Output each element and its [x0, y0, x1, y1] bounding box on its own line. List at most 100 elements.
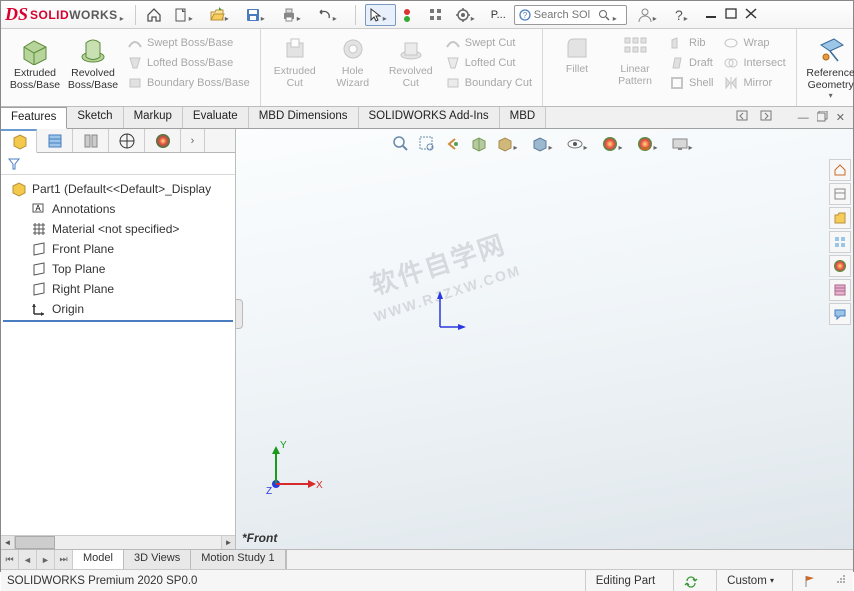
quick-access-toolbar: P...: [142, 4, 510, 26]
mirror-button: Mirror: [719, 73, 789, 93]
tree-material[interactable]: Material <not specified>: [3, 219, 233, 239]
view-triad: Y X Z: [266, 438, 326, 501]
new-button[interactable]: [169, 4, 202, 26]
user-button[interactable]: [633, 4, 666, 26]
view-settings-button[interactable]: [669, 134, 700, 154]
swept-boss-button: Swept Boss/Base: [123, 33, 254, 53]
origin-icon: [31, 301, 47, 317]
settings-button[interactable]: [451, 4, 484, 26]
bt-nav-prev[interactable]: ◄: [19, 550, 37, 569]
hide-show-button[interactable]: [564, 134, 595, 154]
tree-front-plane[interactable]: Front Plane: [3, 239, 233, 259]
close-button[interactable]: [745, 7, 757, 22]
tree-annotations[interactable]: A Annotations: [3, 199, 233, 219]
tp-forum-icon[interactable]: [829, 303, 851, 325]
tab-evaluate[interactable]: Evaluate: [183, 107, 249, 128]
scene-button[interactable]: [634, 133, 665, 155]
maximize-button[interactable]: [725, 7, 737, 22]
select-tool-button[interactable]: [365, 4, 396, 26]
undo-button[interactable]: [313, 5, 346, 25]
tab-mbd[interactable]: MBD: [500, 107, 547, 128]
tp-view-palette-icon[interactable]: [829, 231, 851, 253]
next-doc-icon[interactable]: [758, 110, 772, 125]
extruded-boss-label: Extruded Boss/Base: [9, 67, 61, 91]
open-button[interactable]: [205, 4, 238, 26]
intersect-button: Intersect: [719, 53, 789, 73]
annotations-icon: A: [31, 201, 47, 217]
fm-filter-bar[interactable]: [1, 153, 235, 175]
view-orient-button[interactable]: [494, 133, 525, 155]
extruded-boss-button[interactable]: Extruded Boss/Base: [7, 33, 63, 93]
search-icon[interactable]: [598, 9, 610, 21]
fm-tab-property[interactable]: [37, 129, 73, 152]
tab-markup[interactable]: Markup: [124, 107, 183, 128]
p-button[interactable]: P...: [487, 6, 510, 24]
prev-doc-icon[interactable]: [736, 110, 750, 125]
tp-custom-props-icon[interactable]: [829, 279, 851, 301]
home-button[interactable]: [142, 4, 166, 26]
ref-geom-label: Reference Geometry: [805, 67, 854, 91]
svg-text:?: ?: [523, 11, 528, 20]
status-bar: SOLIDWORKS Premium 2020 SP0.0 Editing Pa…: [1, 569, 853, 591]
fm-tab-display[interactable]: [145, 129, 181, 152]
shell-button: Shell: [665, 73, 717, 93]
tree-right-plane[interactable]: Right Plane: [3, 279, 233, 299]
tab-addins[interactable]: SOLIDWORKS Add-Ins: [359, 107, 500, 128]
appearance-button[interactable]: [599, 133, 630, 155]
status-flag-icon[interactable]: [792, 570, 827, 591]
doc-close-icon[interactable]: ✕: [836, 111, 845, 124]
app-menu-dropdown-icon[interactable]: [120, 12, 129, 18]
fm-tab-tree[interactable]: [1, 129, 37, 153]
reference-geometry-button[interactable]: Reference Geometry ▾: [803, 33, 854, 102]
print-button[interactable]: [277, 4, 310, 26]
tp-file-explorer-icon[interactable]: [829, 207, 851, 229]
search-input[interactable]: [534, 9, 598, 21]
display-style-button[interactable]: [529, 133, 560, 155]
options-grid-button[interactable]: [424, 4, 448, 26]
tree-origin[interactable]: Origin: [3, 299, 233, 319]
plane-icon: [31, 241, 47, 257]
bt-nav-first[interactable]: ⏮: [1, 550, 19, 569]
fm-tab-dim[interactable]: [109, 129, 145, 152]
graphics-area[interactable]: 软件自学网 WWW.RJZXW.COM Y X Z *Fr: [236, 129, 853, 549]
status-grip-icon[interactable]: [835, 573, 847, 588]
rollback-bar[interactable]: [3, 320, 233, 322]
panel-split-handle[interactable]: [235, 299, 243, 329]
fm-tab-more[interactable]: ›: [181, 129, 205, 152]
save-button[interactable]: [241, 4, 274, 26]
swept-cut-button: Swept Cut: [441, 33, 536, 53]
status-custom[interactable]: Custom ▾: [716, 570, 784, 591]
tree-top-plane[interactable]: Top Plane: [3, 259, 233, 279]
doc-minimize-icon[interactable]: —: [798, 112, 809, 124]
minimize-button[interactable]: [705, 7, 717, 22]
fillet-button: Fillet: [549, 33, 605, 77]
status-mode: Editing Part: [585, 570, 665, 591]
zoom-area-button[interactable]: [416, 133, 438, 155]
bt-model[interactable]: Model: [73, 550, 124, 569]
tp-design-lib-icon[interactable]: [829, 183, 851, 205]
doc-restore-icon[interactable]: [817, 111, 828, 125]
revolved-boss-button[interactable]: Revolved Boss/Base: [65, 33, 121, 93]
tab-sketch[interactable]: Sketch: [67, 107, 123, 128]
zoom-fit-button[interactable]: [390, 133, 412, 155]
tp-home-icon[interactable]: [829, 159, 851, 181]
tp-appearance-icon[interactable]: [829, 255, 851, 277]
rebuild-button[interactable]: [399, 4, 421, 26]
help-button[interactable]: ?: [666, 4, 697, 26]
tab-features[interactable]: Features: [1, 107, 67, 129]
hole-wizard-button: Hole Wizard: [325, 33, 381, 91]
wrap-button: Wrap: [719, 33, 789, 53]
bt-nav-next[interactable]: ►: [37, 550, 55, 569]
fm-tab-config[interactable]: [73, 129, 109, 152]
bt-3dviews[interactable]: 3D Views: [124, 550, 191, 569]
bt-motion[interactable]: Motion Study 1: [191, 550, 285, 569]
status-sync-icon[interactable]: [673, 570, 708, 591]
prev-view-button[interactable]: [442, 133, 464, 155]
search-box[interactable]: ?: [514, 5, 627, 25]
bottom-tab-bar: ⏮ ◄ ► ⏭ Model 3D Views Motion Study 1: [1, 549, 853, 569]
section-view-button[interactable]: [468, 133, 490, 155]
tab-mbd-dimensions[interactable]: MBD Dimensions: [249, 107, 359, 128]
fm-scrollbar[interactable]: ◄ ►: [1, 535, 235, 549]
bt-nav-last[interactable]: ⏭: [55, 550, 73, 569]
tree-root[interactable]: Part1 (Default<<Default>_Display: [3, 179, 233, 199]
